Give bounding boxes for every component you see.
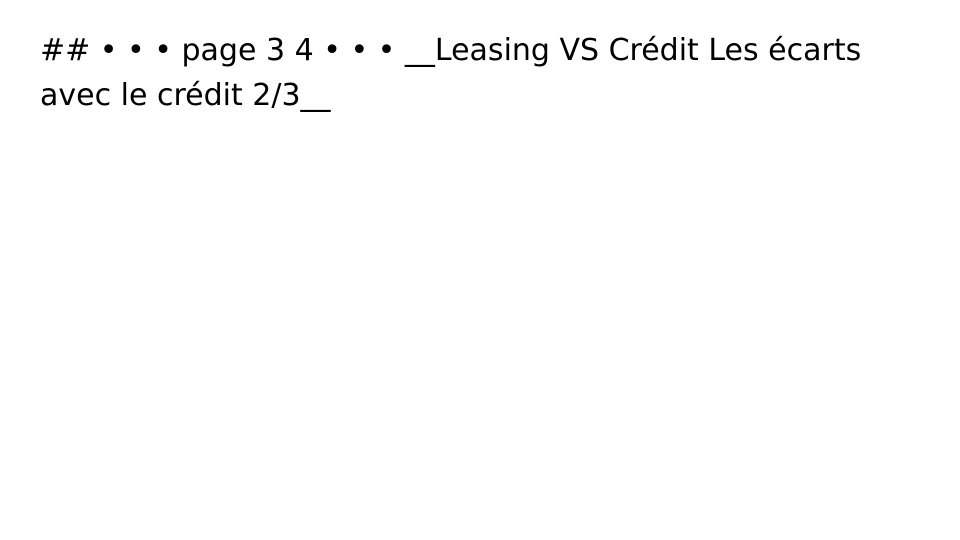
- document-text: ## • • • page 3 4 • • • __Leasing VS Cré…: [40, 33, 862, 113]
- document-page: ## • • • page 3 4 • • • __Leasing VS Cré…: [0, 0, 960, 540]
